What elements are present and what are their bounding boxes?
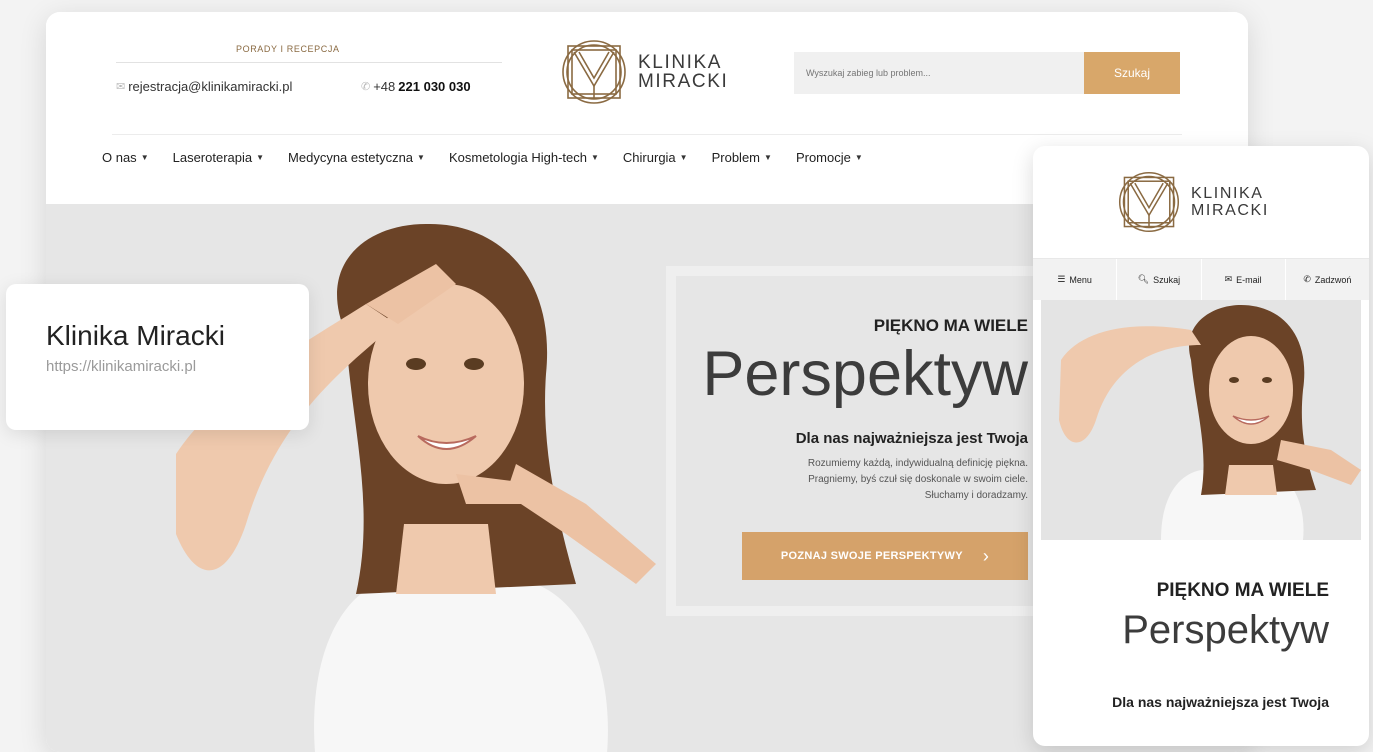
nav-item-label: O nas (102, 150, 137, 165)
chevron-right-icon: › (982, 545, 990, 566)
mobile-email-label: E-mail (1236, 274, 1262, 285)
contact-email-link[interactable]: ✉ rejestracja@klinikamiracki.pl (116, 79, 292, 94)
mobile-preview: KLINIKA MIRACKI ☰ Menu 🔍︎ Szukaj ✉ E-mail ✆… (1033, 146, 1369, 746)
hero-description: Rozumiemy każdą, indywidualną definicję … (728, 456, 1028, 504)
chevron-down-icon: ▼ (679, 153, 688, 162)
nav-item-label: Medycyna estetyczna (288, 150, 414, 165)
mobile-action-bar: ☰ Menu 🔍︎ Szukaj ✉ E-mail ✆ Zadzwoń (1033, 258, 1369, 300)
chevron-down-icon: ▼ (140, 153, 149, 162)
logo-line2: MIRACKI (638, 71, 729, 92)
hero-desc-line: Pragniemy, byś czuł się doskonale w swoi… (808, 474, 1028, 485)
chevron-down-icon: ▼ (591, 153, 599, 162)
logo-line2: MIRACKI (1191, 202, 1269, 219)
contact-divider (116, 62, 502, 63)
nav-item-problem[interactable]: Problem ▼ (712, 150, 772, 165)
chevron-down-icon: ▼ (256, 153, 265, 162)
phone-icon: ✆ (1303, 274, 1311, 284)
hero-desc-line: Słuchamy i doradzamy. (924, 490, 1028, 501)
mobile-menu-button[interactable]: ☰ Menu (1033, 259, 1118, 300)
mobile-hero-tagline: PIĘKNO MA WIELE (1156, 580, 1329, 601)
hero-heading: Perspektyw (702, 339, 1028, 409)
search-icon: 🔍︎ (1137, 274, 1150, 284)
nav-item-chirurgia[interactable]: Chirurgia ▼ (623, 150, 688, 165)
hamburger-icon: ☰ (1057, 274, 1066, 284)
mobile-hero-subheading: Dla nas najważniejsza jest Twoja (1112, 694, 1329, 710)
contact-phone-link[interactable]: ✆ +48 221 030 030 (361, 79, 471, 94)
envelope-icon: ✉ (116, 81, 126, 93)
mobile-hero-woman-image (1059, 305, 1361, 540)
nav-item-laseroterapia[interactable]: Laseroterapia ▼ (173, 150, 264, 165)
hero-subheading: Dla nas najważniejsza jest Twoja (795, 430, 1028, 447)
mobile-logo[interactable]: KLINIKA MIRACKI (1115, 168, 1269, 236)
site-preview-card[interactable]: Klinika Miracki https://klinikamiracki.p… (6, 284, 309, 430)
hero-desc-line: Rozumiemy każdą, indywidualną definicję … (807, 458, 1028, 469)
mobile-hero-image (1041, 300, 1361, 540)
nav-item-label: Kosmetologia High-tech (448, 150, 587, 165)
chevron-down-icon: ▼ (417, 153, 425, 162)
main-nav: O nas ▼ Laseroterapia ▼ Medycyna estetyczn… (102, 150, 863, 165)
nav-item-label: Problem (711, 150, 761, 165)
card-url: https://klinikamiracki.pl (46, 358, 197, 375)
nav-divider (112, 134, 1182, 135)
nav-item-label: Laseroterapia (172, 150, 253, 165)
chevron-down-icon: ▼ (854, 153, 863, 162)
mobile-call-label: Zadzwoń (1314, 274, 1352, 285)
phone-icon: ✆ (361, 81, 371, 93)
search-button[interactable]: Szukaj (1084, 52, 1180, 94)
nav-item-label: Chirurgia (622, 150, 676, 165)
site-logo[interactable]: KLINIKA MIRACKI (558, 36, 728, 108)
envelope-icon: ✉ (1224, 274, 1233, 284)
logo-emblem-icon (1118, 171, 1180, 233)
mobile-search-label: Szukaj (1153, 274, 1181, 285)
mobile-search-button[interactable]: 🔍︎ Szukaj (1117, 259, 1202, 300)
hero-cta-label: POZNAJ SWOJE PERSPEKTYWY (780, 550, 963, 562)
logo-line1: KLINIKA (1191, 185, 1264, 202)
nav-item-label: Promocje (795, 150, 851, 165)
logo-emblem-icon (562, 40, 626, 104)
mobile-hero-heading: Perspektyw (1122, 608, 1329, 652)
mobile-email-button[interactable]: ✉ E-mail (1201, 259, 1286, 300)
hero-tagline: PIĘKNO MA WIELE (873, 316, 1028, 335)
card-title: Klinika Miracki (46, 320, 225, 351)
contact-email-text: rejestracja@klinikamiracki.pl (128, 79, 293, 94)
mobile-menu-label: Menu (1069, 274, 1092, 285)
chevron-down-icon: ▼ (764, 153, 772, 162)
nav-item-o-nas[interactable]: O nas ▼ (102, 150, 149, 165)
mobile-call-button[interactable]: ✆ Zadzwoń (1285, 259, 1369, 300)
nav-item-medycyna-estetyczna[interactable]: Medycyna estetyczna ▼ (288, 150, 425, 165)
contact-label: PORADY I RECEPCJA (236, 44, 340, 54)
logo-line1: KLINIKA (638, 52, 723, 73)
search-input[interactable] (794, 52, 1084, 94)
phone-prefix: +48 (373, 79, 396, 94)
search-bar: Szukaj (794, 52, 1180, 94)
hero-cta-button[interactable]: POZNAJ SWOJE PERSPEKTYWY › (742, 532, 1028, 580)
nav-item-kosmetologia[interactable]: Kosmetologia High-tech ▼ (449, 150, 599, 165)
phone-number: 221 030 030 (398, 79, 471, 94)
nav-item-promocje[interactable]: Promocje ▼ (796, 150, 863, 165)
